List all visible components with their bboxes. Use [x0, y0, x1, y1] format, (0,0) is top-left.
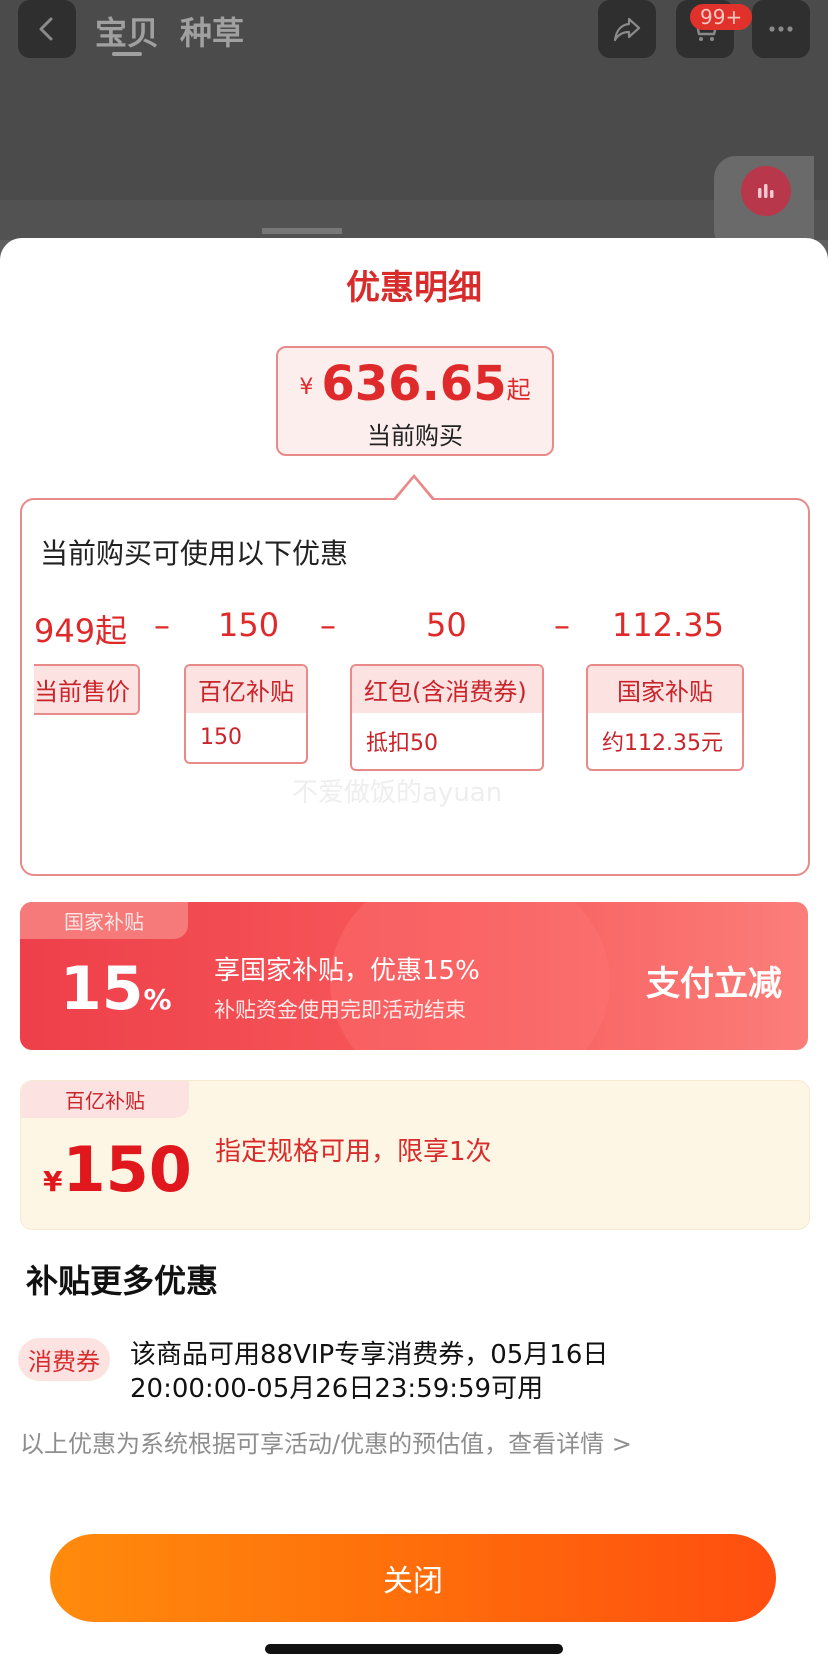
share-icon [613, 17, 641, 42]
tag-body: 约112.35元 [602, 731, 723, 756]
currency-symbol: ¥ [43, 1165, 63, 1198]
close-button[interactable]: 关闭 [50, 1534, 776, 1622]
tag-red-packet: 红包(含消费券) 抵扣50 [350, 664, 544, 771]
breakdown-title: 当前购买可使用以下优惠 [40, 537, 349, 570]
watermark: 不爱做饭的ayuan [292, 778, 503, 808]
chevron-left-icon [39, 17, 53, 41]
more-discounts-title: 补贴更多优惠 [26, 1262, 219, 1300]
tag-head: 国家补贴 [588, 666, 742, 713]
coupon-description: 该商品可用88VIP专享消费券，05月16日20:00:00-05月26日23:… [130, 1340, 609, 1404]
tag-billion-subsidy: 百亿补贴 150 [184, 664, 308, 764]
coupon-badge: 消费券 [18, 1338, 110, 1381]
sheet-title: 优惠明细 [346, 268, 482, 308]
percent-sign: % [143, 983, 172, 1016]
tag-head: 百亿补贴 [186, 666, 306, 713]
background-product-edge [262, 228, 342, 234]
tab-baobei[interactable]: 宝贝 [95, 8, 159, 54]
promo-description: 指定规格可用，限享1次 [215, 1137, 492, 1167]
tab-zhongcao[interactable]: 种草 [180, 8, 244, 54]
active-tab-indicator [112, 52, 142, 56]
breakdown-amount-national: 112.35 [612, 606, 724, 644]
price-suffix: 起 [506, 376, 531, 404]
breakdown-amount-redpacket: 50 [426, 606, 467, 644]
minus-sign: – [154, 606, 170, 644]
promo-tab-label: 百亿补贴 [21, 1081, 189, 1118]
discount-breakdown-card: 当前购买可使用以下优惠 949起 – 150 – 50 – 112.35 当前售… [20, 498, 810, 876]
app-content-overlay [0, 200, 828, 240]
discount-detail-sheet: 优惠明细 ¥636.65起 当前购买 当前购买可使用以下优惠 949起 – 15… [0, 238, 828, 1675]
cart-count-badge: 99+ [690, 4, 753, 30]
card-pointer-fill [395, 478, 433, 501]
tag-national-subsidy: 国家补贴 约112.35元 [586, 664, 744, 771]
more-icon [769, 26, 793, 32]
national-subsidy-card[interactable]: 国家补贴 15% 享国家补贴，优惠15% 补贴资金使用完即活动结束 支付立减 [20, 902, 808, 1050]
view-details-link[interactable]: 以上优惠为系统根据可享活动/优惠的预估值，查看详情 > [20, 1424, 632, 1459]
price-amount: 636.65 [321, 356, 507, 412]
percent-value: 15 [60, 954, 144, 1024]
tag-body: 150 [200, 725, 242, 750]
tag-body: 抵扣50 [366, 731, 438, 756]
discount-percent: 15% [60, 954, 172, 1024]
price-line: ¥636.65起 [278, 356, 552, 412]
pay-discount-label: 支付立减 [646, 964, 782, 1004]
billion-subsidy-card[interactable]: 百亿补贴 ¥150 指定规格可用，限享1次 [20, 1080, 810, 1230]
tag-head: 当前售价 [34, 666, 138, 713]
breakdown-amount-billion: 150 [218, 606, 280, 644]
more-button[interactable] [752, 0, 810, 58]
tag-current-price: 当前售价 [34, 664, 140, 715]
minus-sign: – [554, 606, 570, 644]
breakdown-amount-original: 949起 [34, 612, 128, 650]
bar-chart-icon [758, 184, 774, 198]
subsidy-amount: ¥150 [43, 1133, 192, 1206]
price-caption: 当前购买 [367, 422, 463, 450]
share-button[interactable] [598, 0, 656, 58]
amount-value: 150 [62, 1133, 192, 1206]
chart-button[interactable] [741, 166, 791, 216]
back-button[interactable] [18, 0, 76, 58]
current-price-box: ¥636.65起 当前购买 [276, 346, 554, 456]
home-indicator [265, 1644, 563, 1654]
tag-head: 红包(含消费券) [352, 666, 542, 713]
price-currency: ¥ [299, 375, 314, 400]
promo-headline: 享国家补贴，优惠15% [214, 956, 480, 986]
promo-tab-label: 国家补贴 [20, 902, 188, 939]
promo-subline: 补贴资金使用完即活动结束 [214, 998, 466, 1022]
minus-sign: – [320, 606, 336, 644]
